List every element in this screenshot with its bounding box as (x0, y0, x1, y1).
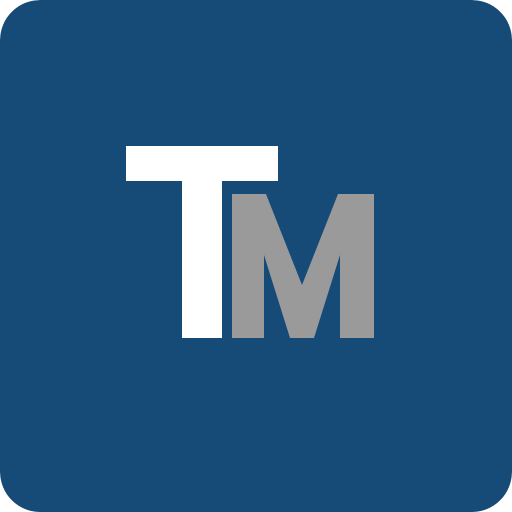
app-icon (0, 0, 512, 512)
tm-logo-mark (0, 0, 512, 512)
